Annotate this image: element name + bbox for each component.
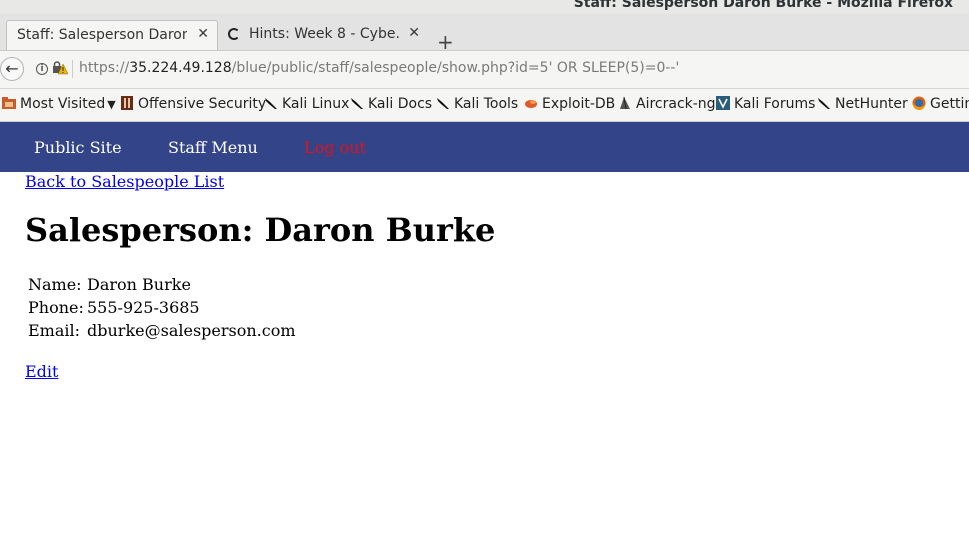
tab-label: Hints: Week 8 - Cybe... (249, 26, 399, 42)
attribute-value: dburke@salesperson.com (87, 321, 296, 340)
bookmark-exploit-db[interactable]: Exploit-DB (524, 96, 615, 112)
nav-staff-menu-link[interactable]: Staff Menu (168, 138, 258, 157)
site-info-icon[interactable]: i (36, 63, 48, 75)
back-button[interactable]: ← (0, 57, 24, 81)
attribute-label: Name: (28, 275, 82, 294)
exploitdb-icon (525, 100, 537, 108)
attribute-label: Phone: (28, 298, 84, 317)
attribute-row-email: Email: dburke@salesperson.com (28, 321, 296, 344)
url-scheme: https:// (79, 60, 130, 76)
window-title: Staff: Salesperson Daron Burke - Mozilla… (573, 0, 953, 11)
back-to-salespeople-link[interactable]: Back to Salespeople List (25, 172, 224, 191)
window-titlebar: Staff: Salesperson Daron Burke - Mozilla… (0, 0, 969, 14)
aircrack-icon (620, 96, 630, 110)
tab-close-icon[interactable]: ✕ (408, 25, 420, 41)
bookmark-label: Gettin (930, 96, 969, 112)
bookmarks-toolbar: Most Visited ▼ Offensive Security Kali Li… (0, 89, 969, 122)
kali-dragon-icon (351, 98, 363, 109)
tab-hints-week-8[interactable]: Hints: Week 8 - Cybe... ✕ (222, 20, 428, 50)
bookmark-getting-started[interactable]: Gettin (912, 96, 969, 112)
bookmark-label: Aircrack-ng (636, 96, 716, 112)
tab-staff-salesperson[interactable]: Staff: Salesperson Daron... ✕ (6, 20, 218, 50)
firefox-icon (912, 96, 926, 110)
bookmark-label: Exploit-DB (542, 96, 616, 112)
bookmark-nethunter[interactable]: NetHunter (817, 96, 908, 112)
chevron-down-icon: ▼ (107, 98, 116, 111)
bookmark-kali-forums[interactable]: Kali Forums (716, 96, 815, 112)
bookmark-label: Kali Docs (368, 96, 433, 112)
bookmark-label: NetHunter (835, 96, 908, 112)
site-navigation: Public Site Staff Menu Log out (0, 122, 969, 172)
attribute-row-name: Name: Daron Burke (28, 275, 191, 298)
bookmark-label: Most Visited (20, 96, 106, 112)
bookmark-label: Kali Tools (454, 96, 519, 112)
nav-logout-link[interactable]: Log out (304, 138, 366, 157)
insecure-lock-warning-icon[interactable] (52, 61, 68, 75)
attribute-value: Daron Burke (87, 275, 191, 294)
attribute-value: 555-925-3685 (87, 298, 200, 317)
tab-label: Staff: Salesperson Daron... (17, 27, 187, 43)
bookmark-aircrack-ng[interactable]: Aircrack-ng (618, 96, 716, 112)
url-bar[interactable]: https://35.224.49.128/blue/public/staff/… (79, 60, 679, 76)
edit-link[interactable]: Edit (25, 362, 58, 381)
navigation-toolbar: ← i https://35.224.49.128/blue/public/st… (0, 51, 969, 89)
kali-dragon-icon (818, 98, 830, 109)
kali-dragon-icon (437, 98, 449, 109)
url-path: /blue/public/staff/salespeople/show.php?… (231, 60, 680, 76)
bookmark-kali-docs[interactable]: Kali Docs (350, 96, 432, 112)
nav-public-site-link[interactable]: Public Site (34, 138, 122, 157)
kali-dragon-icon (265, 98, 277, 109)
tab-close-icon[interactable]: ✕ (197, 26, 209, 42)
bookmark-label: Offensive Security (138, 96, 267, 112)
attribute-label: Email: (28, 321, 81, 340)
bookmark-label: Kali Forums (734, 96, 816, 112)
tab-strip: Staff: Salesperson Daron... ✕ Hints: Wee… (0, 14, 969, 54)
url-host: 35.224.49.128 (129, 60, 232, 76)
page-title: Salesperson: Daron Burke (25, 211, 496, 249)
bookmark-kali-tools[interactable]: Kali Tools (436, 96, 518, 112)
tab-favicon-icon (228, 28, 240, 40)
bookmark-offensive-security[interactable]: Offensive Security (120, 96, 266, 112)
bookmark-label: Kali Linux (282, 96, 350, 112)
attribute-row-phone: Phone: 555-925-3685 (28, 298, 200, 321)
offsec-icon (121, 96, 133, 110)
url-separator (72, 60, 73, 78)
bookmark-most-visited[interactable]: Most Visited ▼ (2, 96, 116, 112)
folder-icon (2, 97, 16, 109)
kali-forums-icon (716, 96, 730, 110)
bookmark-kali-linux[interactable]: Kali Linux (264, 96, 349, 112)
